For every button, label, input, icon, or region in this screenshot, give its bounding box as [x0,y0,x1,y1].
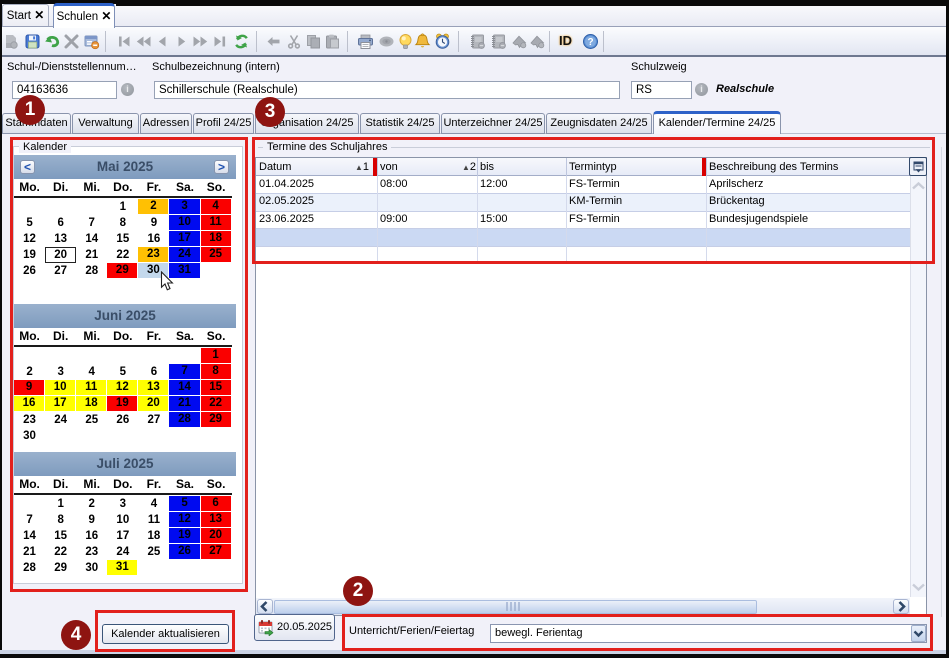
svg-text:?: ? [587,37,593,48]
